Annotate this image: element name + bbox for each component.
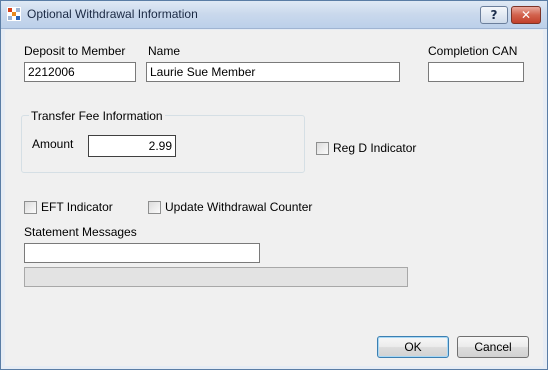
cancel-button-label: Cancel: [474, 340, 512, 354]
name-label: Name: [148, 44, 181, 58]
amount-label: Amount: [32, 137, 74, 151]
help-icon: ?: [490, 8, 498, 22]
ok-button-label: OK: [404, 340, 422, 354]
close-icon: ✕: [520, 8, 532, 22]
completion-can-label: Completion CAN: [428, 44, 518, 58]
statement-message-field-1[interactable]: [24, 243, 260, 263]
statement-messages-label: Statement Messages: [24, 225, 137, 239]
dialog-window: Optional Withdrawal Information ? ✕ Depo…: [0, 0, 548, 370]
title-bar[interactable]: Optional Withdrawal Information ? ✕: [1, 1, 547, 29]
update-withdrawal-counter-label: Update Withdrawal Counter: [165, 200, 313, 214]
update-withdrawal-counter-checkbox[interactable]: Update Withdrawal Counter: [148, 200, 312, 214]
transfer-fee-group-label: Transfer Fee Information: [29, 109, 165, 123]
ok-button[interactable]: OK: [377, 336, 449, 358]
eft-indicator-label: EFT Indicator: [41, 200, 113, 214]
statement-message-field-2: [24, 267, 408, 287]
close-button[interactable]: ✕: [511, 6, 541, 24]
reg-d-indicator-checkbox[interactable]: Reg D Indicator: [316, 141, 416, 155]
app-icon: [7, 7, 21, 21]
amount-field[interactable]: [88, 135, 176, 157]
deposit-to-member-label: Deposit to Member: [24, 44, 126, 58]
completion-can-field[interactable]: [428, 62, 524, 82]
dialog-body: Deposit to Member Name Completion CAN Tr…: [5, 30, 543, 366]
deposit-to-member-field[interactable]: [24, 62, 136, 82]
checkbox-icon: [24, 200, 37, 214]
reg-d-indicator-label: Reg D Indicator: [333, 141, 417, 155]
checkbox-icon: [148, 200, 161, 214]
eft-indicator-checkbox[interactable]: EFT Indicator: [24, 200, 113, 214]
name-field[interactable]: [146, 62, 400, 82]
window-title: Optional Withdrawal Information: [27, 7, 198, 21]
help-button[interactable]: ?: [480, 6, 508, 24]
cancel-button[interactable]: Cancel: [457, 336, 529, 358]
checkbox-icon: [316, 141, 329, 155]
